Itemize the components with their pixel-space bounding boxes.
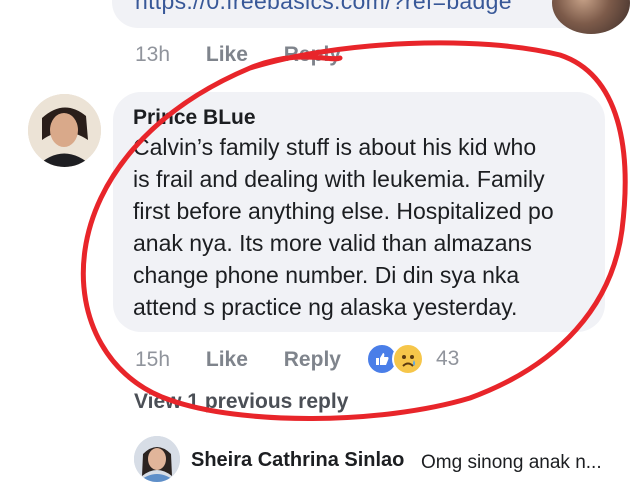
- comment-line: Calvin’s family stuff is about his kid w…: [133, 134, 537, 160]
- comment-meta: 15h Like Reply: [135, 348, 341, 372]
- commenter-avatar[interactable]: [28, 94, 101, 167]
- comment-line: is frail and dealing with leukemia. Fami…: [133, 166, 545, 192]
- comment-author[interactable]: Prince BLue: [133, 106, 256, 130]
- comment-line: anak nya. Its more valid than almazans: [133, 230, 532, 256]
- previous-reply-button[interactable]: Reply: [284, 43, 341, 66]
- reply-author[interactable]: Sheira Cathrina Sinlao: [191, 449, 404, 472]
- reply-avatar[interactable]: [134, 436, 180, 482]
- reaction-count: 43: [436, 347, 460, 370]
- reply-text[interactable]: Omg sinong anak n...: [421, 452, 602, 474]
- comment-line: change phone number. Di din sya nka: [133, 262, 520, 288]
- sad-icon: [392, 343, 424, 375]
- comment-time[interactable]: 15h: [135, 348, 170, 371]
- view-previous-reply-link[interactable]: View 1 previous reply: [134, 390, 348, 414]
- reactions-summary[interactable]: 43: [366, 343, 460, 375]
- previous-commenter-avatar[interactable]: [552, 0, 630, 34]
- previous-comment-time[interactable]: 13h: [135, 43, 170, 66]
- like-button[interactable]: Like: [206, 348, 248, 371]
- previous-comment-link[interactable]: https://0.freebasics.com/?ref=badge: [135, 0, 512, 15]
- comment-text: Calvin’s family stuff is about his kid w…: [133, 131, 598, 323]
- previous-like-button[interactable]: Like: [206, 43, 248, 66]
- previous-comment-meta: 13h Like Reply: [135, 43, 341, 67]
- comment-line: attend s practice ng alaska yesterday.: [133, 294, 518, 320]
- comment-line: first before anything else. Hospitalized…: [133, 198, 554, 224]
- reply-button[interactable]: Reply: [284, 348, 341, 371]
